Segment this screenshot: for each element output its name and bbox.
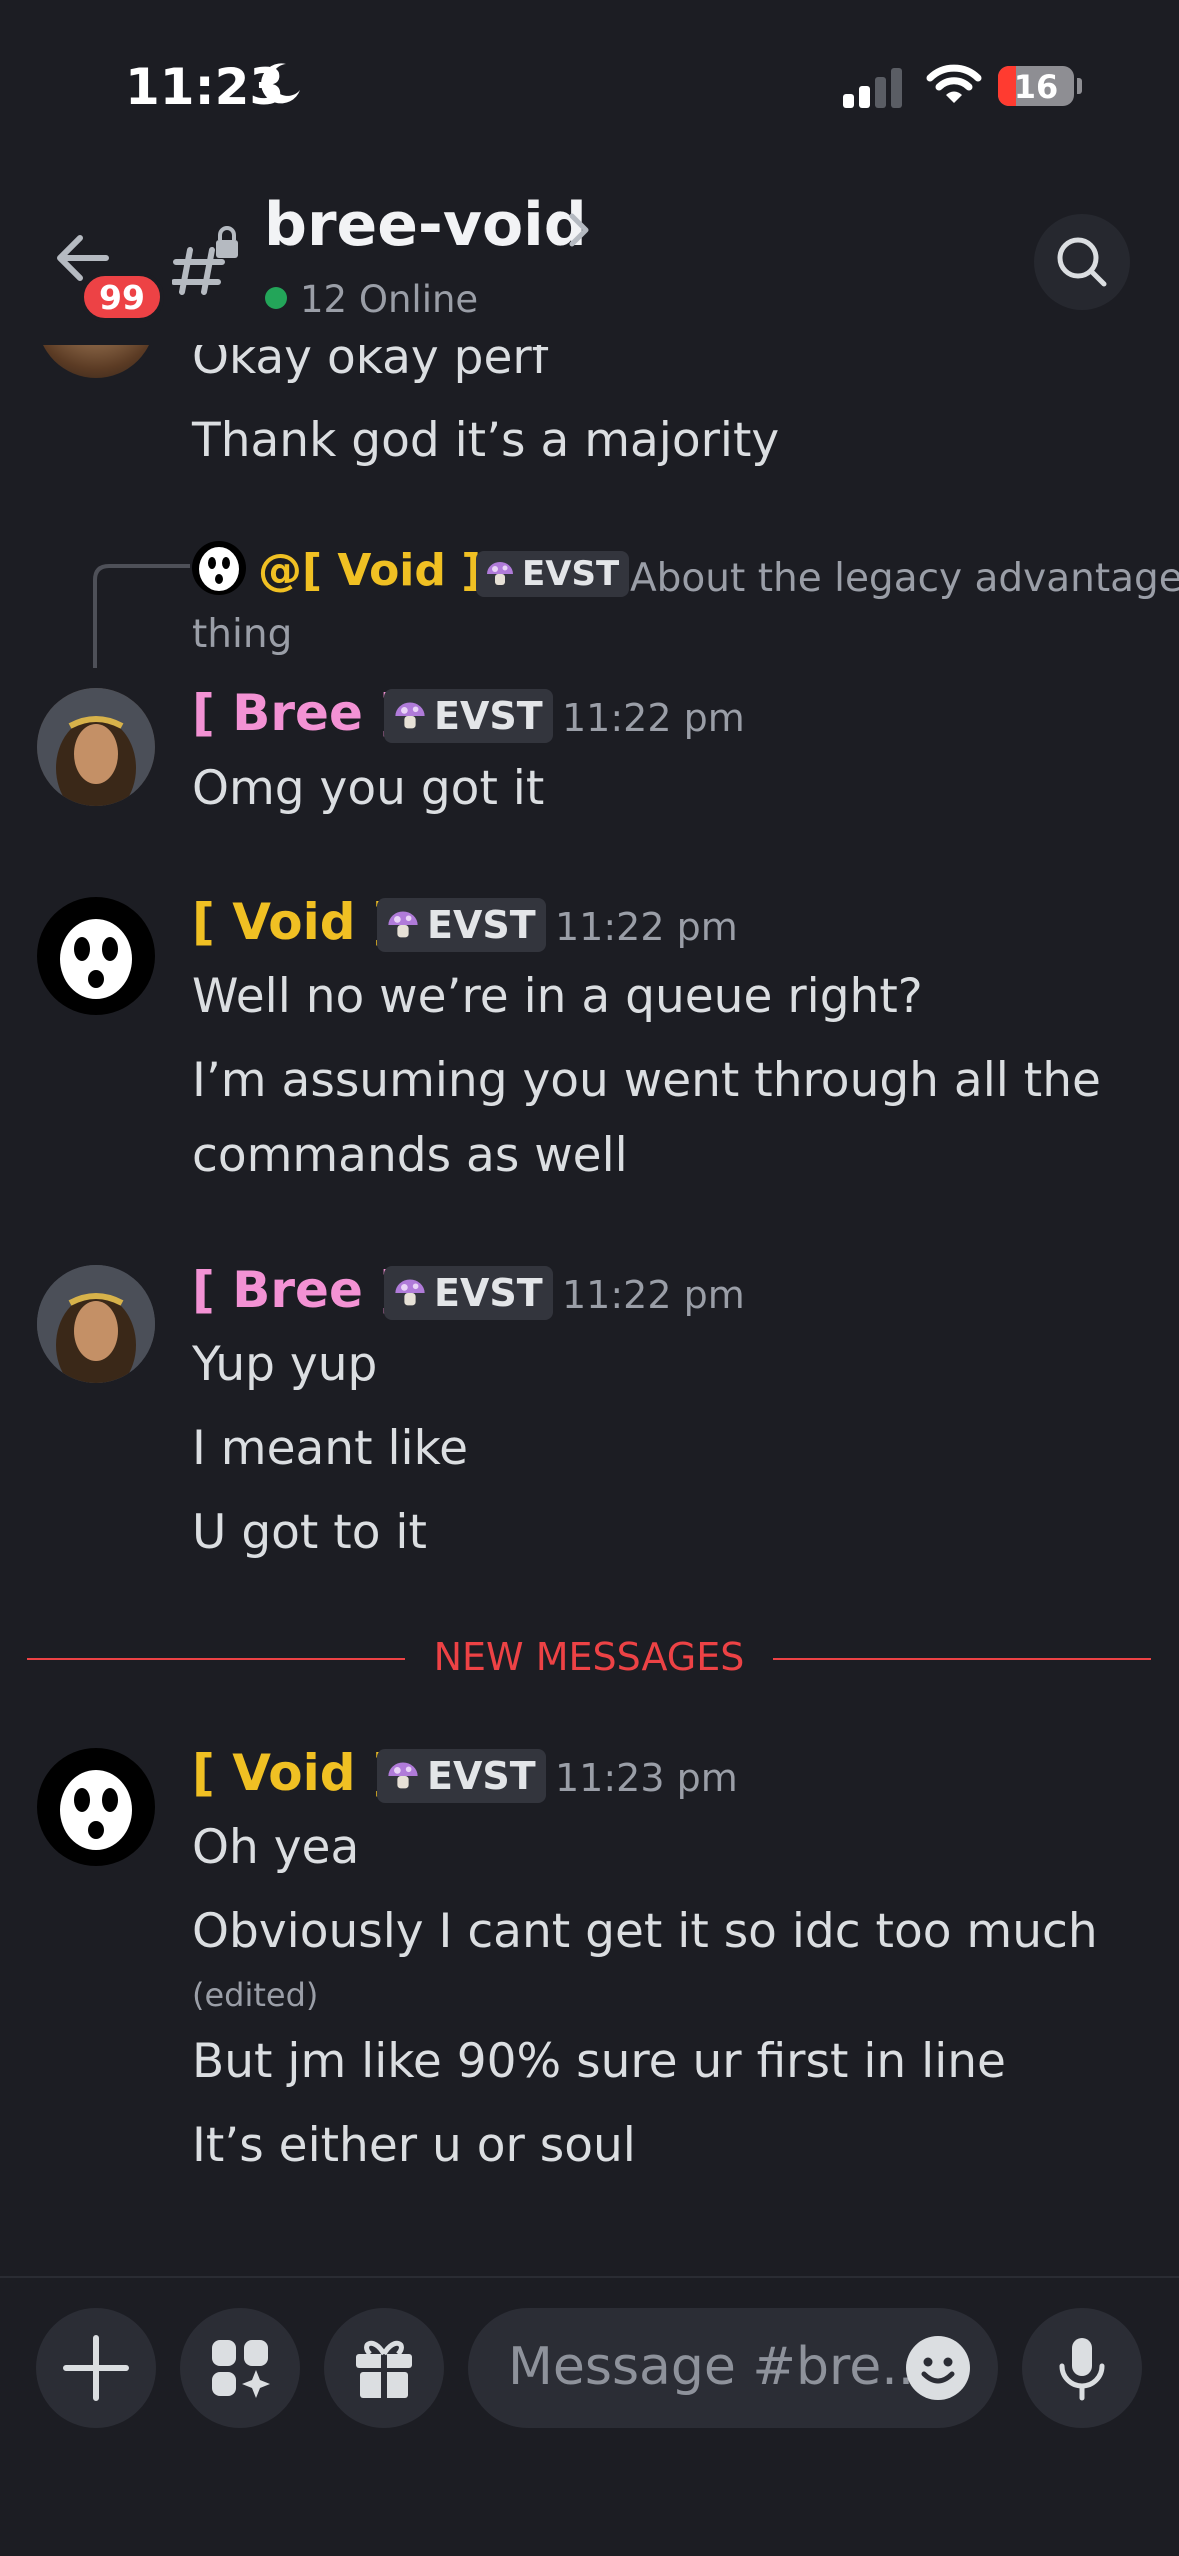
- role-tag: EVST: [384, 1266, 553, 1320]
- role-tag-label: EVST: [522, 554, 620, 594]
- evst-mushroom-icon: [388, 1762, 418, 1789]
- message-line: U got to it: [192, 1505, 427, 1560]
- message-line: Yup yup: [192, 1337, 378, 1392]
- message-input-placeholder: Message #bre...: [508, 2337, 931, 2397]
- reply-preview-continued[interactable]: thing: [192, 612, 292, 657]
- timestamp: 11:22 pm: [562, 1273, 745, 1317]
- role-tag: EVST: [377, 1749, 546, 1803]
- online-count: 12 Online: [300, 278, 479, 321]
- apps-button[interactable]: [180, 2308, 300, 2428]
- gift-button[interactable]: [324, 2308, 444, 2428]
- author-name[interactable]: [ Bree ]: [192, 1261, 403, 1319]
- reply-mention[interactable]: @[ Void ]: [258, 545, 481, 596]
- locked-channel-icon: [172, 226, 238, 295]
- author-name[interactable]: [ Void ]: [192, 1744, 396, 1802]
- author-name[interactable]: [ Bree ]: [192, 684, 403, 742]
- message-line: commands as well: [192, 1128, 628, 1183]
- gift-icon: [356, 2340, 412, 2398]
- moon-icon: [261, 63, 300, 104]
- message-line: But jm like 90% sure ur first in line: [192, 2034, 1006, 2089]
- message-line: Okay okay perf: [192, 345, 549, 385]
- unread-badge: 99: [80, 272, 164, 322]
- reply-avatar: [192, 541, 246, 595]
- edited-label: (edited): [192, 1976, 319, 2014]
- emoji-icon[interactable]: [904, 2334, 972, 2402]
- search-icon: [1057, 237, 1107, 287]
- message-line: I’m assuming you went through all the: [192, 1053, 1101, 1108]
- timestamp: 11:23 pm: [555, 1756, 738, 1800]
- chevron-right-icon[interactable]: [566, 210, 592, 250]
- role-tag: EVST: [476, 551, 630, 597]
- message-line: Thank god it’s a majority: [192, 413, 780, 468]
- message-list[interactable]: Okay okay perf Thank god it’s a majority…: [0, 345, 1179, 2276]
- avatar-bree[interactable]: [37, 1265, 155, 1383]
- microphone-icon: [1059, 2338, 1105, 2401]
- new-messages-label: NEW MESSAGES: [433, 1635, 745, 1679]
- battery-cap: [1077, 78, 1082, 94]
- plus-icon: [63, 2335, 129, 2401]
- evst-mushroom-icon: [395, 1279, 425, 1306]
- role-tag-label: EVST: [434, 1271, 543, 1315]
- avatar-bree-image: [37, 1265, 155, 1383]
- evst-mushroom-icon: [395, 702, 425, 729]
- shy-guy-mask-icon: [199, 547, 239, 591]
- new-messages-line: [27, 1658, 405, 1660]
- new-messages-line: [773, 1658, 1151, 1660]
- composer-divider: [0, 2276, 1179, 2278]
- reply-preview[interactable]: About the legacy advantage: [630, 556, 1179, 601]
- attach-button[interactable]: [36, 2308, 156, 2428]
- message-line: Well no we’re in a queue right?: [192, 969, 923, 1024]
- message-line: Obviously I cant get it so idc too much: [192, 1904, 1098, 1959]
- apps-icon: [212, 2340, 270, 2398]
- role-tag-label: EVST: [427, 903, 536, 947]
- message-line: It’s either u or soul: [192, 2118, 636, 2173]
- evst-mushroom-icon: [487, 562, 513, 585]
- search-button[interactable]: [1034, 214, 1130, 310]
- role-tag-label: EVST: [427, 1754, 536, 1798]
- wifi-icon: [926, 64, 982, 103]
- shy-guy-mask-icon: [60, 919, 132, 999]
- timestamp: 11:22 pm: [562, 696, 745, 740]
- avatar-void[interactable]: [37, 1748, 155, 1866]
- voice-message-button[interactable]: [1022, 2308, 1142, 2428]
- role-tag: EVST: [384, 689, 553, 743]
- timestamp: 11:22 pm: [555, 905, 738, 949]
- message-line: Omg you got it: [192, 761, 545, 816]
- reply-connector: [93, 564, 190, 668]
- message-line: I meant like: [192, 1421, 469, 1476]
- battery-level: 16: [1013, 68, 1059, 106]
- author-name[interactable]: [ Void ]: [192, 893, 396, 951]
- signal-icon: [843, 68, 902, 108]
- battery-icon: 16: [998, 66, 1074, 106]
- role-tag-label: EVST: [434, 694, 543, 738]
- channel-name[interactable]: bree-void: [264, 190, 587, 260]
- evst-mushroom-icon: [388, 911, 418, 938]
- avatar-bree-image: [37, 688, 155, 806]
- avatar-void[interactable]: [37, 897, 155, 1015]
- role-tag: EVST: [377, 898, 546, 952]
- message-line: Oh yea: [192, 1820, 360, 1875]
- shy-guy-mask-icon: [60, 1770, 132, 1850]
- avatar-bree[interactable]: [37, 688, 155, 806]
- online-status-dot: [265, 287, 287, 309]
- avatar[interactable]: [37, 345, 155, 378]
